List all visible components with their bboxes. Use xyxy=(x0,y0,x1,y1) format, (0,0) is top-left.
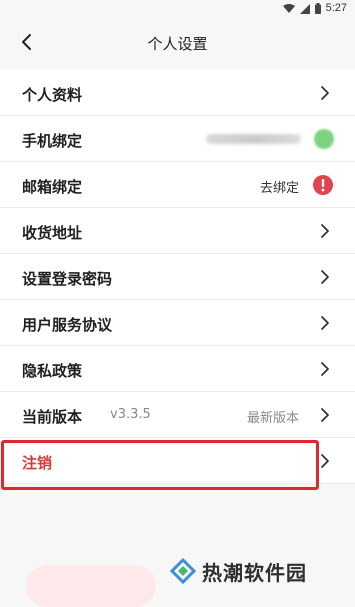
row-label: 收货地址 xyxy=(22,224,83,242)
row-label: 个人资料 xyxy=(22,86,83,104)
row-label: 用户服务协议 xyxy=(22,316,113,334)
watermark-text: 热潮软件园 xyxy=(202,560,307,585)
row-current-version[interactable]: 当前版本 v3.3.5 最新版本 xyxy=(0,392,355,438)
chevron-right-icon xyxy=(321,362,329,376)
status-icons: 5:27 xyxy=(282,0,347,18)
row-privacy-policy[interactable]: 隐私政策 xyxy=(0,346,355,392)
alert-icon xyxy=(313,175,333,195)
row-phone-binding[interactable]: 手机绑定 xyxy=(0,116,355,162)
bind-email-link[interactable]: 去绑定 xyxy=(260,177,299,196)
status-bar: 5:27 xyxy=(0,0,355,16)
row-label: 邮箱绑定 xyxy=(22,178,83,196)
battery-icon xyxy=(314,0,321,18)
row-label: 设置登录密码 xyxy=(22,270,113,288)
bound-status-icon xyxy=(314,129,334,149)
row-profile[interactable]: 个人资料 xyxy=(0,70,355,116)
highlight-box xyxy=(1,440,319,490)
row-label: 当前版本 xyxy=(22,408,83,426)
row-label: 隐私政策 xyxy=(22,362,83,380)
row-login-password[interactable]: 设置登录密码 xyxy=(0,254,355,300)
header: 个人设置 xyxy=(0,16,355,70)
version-status: 最新版本 xyxy=(246,411,299,426)
row-user-agreement[interactable]: 用户服务协议 xyxy=(0,300,355,346)
wifi-icon xyxy=(282,0,295,18)
row-label: 手机绑定 xyxy=(22,132,83,150)
bottom-button[interactable] xyxy=(26,565,156,607)
chevron-right-icon xyxy=(321,224,329,238)
signal-icon xyxy=(299,0,310,18)
settings-list: 个人资料 手机绑定 邮箱绑定 去绑定 收货地址 设置登录密码 用户服务协议 隐私… xyxy=(0,70,355,484)
row-email-binding[interactable]: 邮箱绑定 去绑定 xyxy=(0,162,355,208)
chevron-right-icon xyxy=(321,86,329,100)
chevron-right-icon xyxy=(321,454,329,468)
row-shipping-address[interactable]: 收货地址 xyxy=(0,208,355,254)
chevron-right-icon xyxy=(321,270,329,284)
chevron-right-icon xyxy=(321,408,329,422)
version-number: v3.3.5 xyxy=(110,407,151,422)
status-time: 5:27 xyxy=(325,2,347,14)
chevron-right-icon xyxy=(321,316,329,330)
blurred-phone-number xyxy=(206,134,301,144)
page-title: 个人设置 xyxy=(147,35,208,53)
watermark-logo-icon xyxy=(170,558,196,584)
watermark: 热潮软件园 xyxy=(170,556,307,586)
